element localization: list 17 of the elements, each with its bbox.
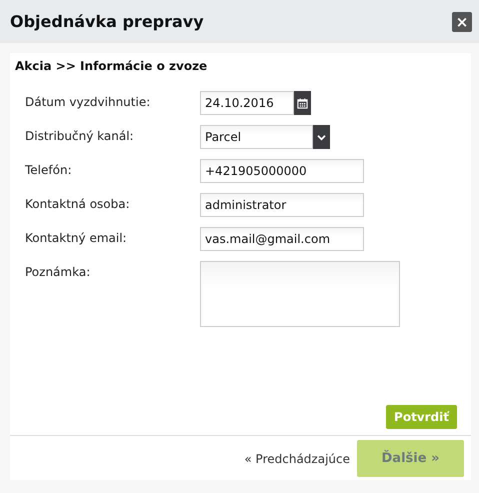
breadcrumb: Akcia >> Informácie o zvoze: [14, 58, 208, 75]
field-label: Poznámka:: [25, 264, 92, 281]
close-button[interactable]: ×: [452, 12, 472, 32]
field-label: Distribučný kanál:: [25, 128, 135, 145]
field-label: Dátum vyzdvihnutie:: [25, 94, 152, 111]
dropdown-field[interactable]: Parcel: [200, 125, 313, 149]
input-field[interactable]: vas.mail@gmail.com: [200, 227, 364, 251]
previous-link[interactable]: « Predchádzajúce: [244, 452, 350, 466]
input-field[interactable]: administrator: [200, 193, 364, 217]
input-field[interactable]: +421905000000: [200, 159, 364, 183]
date-field[interactable]: 24.10.2016: [200, 91, 294, 115]
field-label: Telefón:: [25, 162, 73, 179]
field-label: Kontaktný email:: [25, 230, 128, 247]
window-title: Objednávka prepravy: [10, 12, 204, 31]
caret-icon[interactable]: [313, 125, 330, 149]
calendar-icon[interactable]: [294, 91, 311, 115]
field-label: Kontaktná osoba:: [25, 196, 131, 213]
